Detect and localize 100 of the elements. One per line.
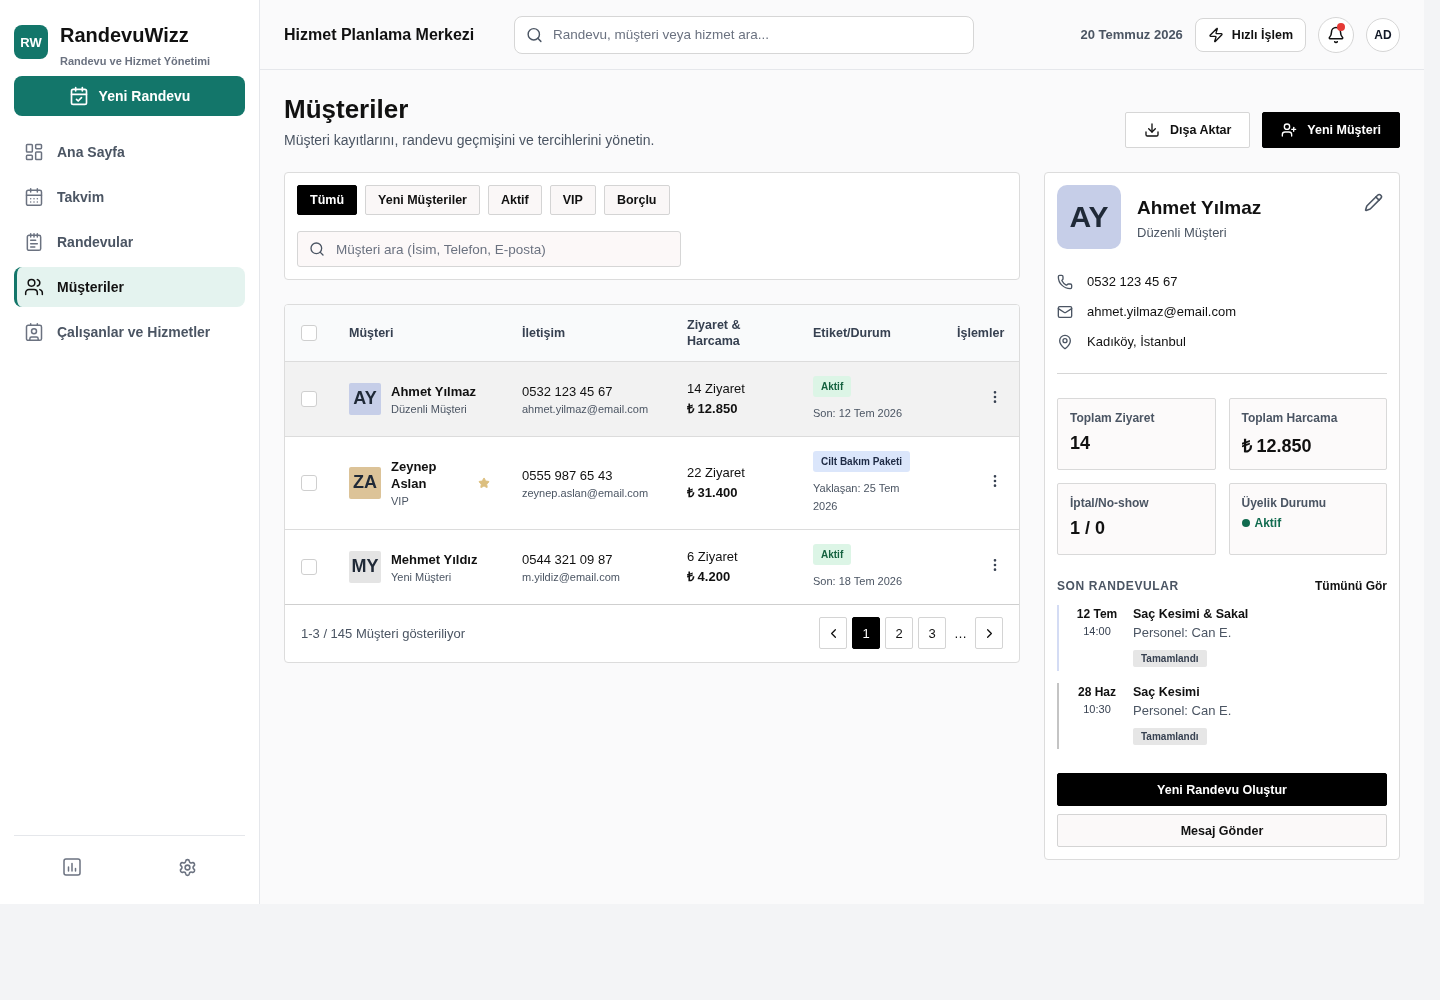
map-pin-icon: [1057, 334, 1073, 350]
appointment-note: Son: 18 Tem 2026: [813, 573, 904, 589]
service-name: Saç Kesimi: [1133, 685, 1201, 699]
see-all-link[interactable]: Tümünü Gör: [1315, 579, 1387, 593]
column-header: İşlemler: [957, 325, 1005, 340]
stat-label: Toplam Ziyaret: [1070, 411, 1156, 425]
stat-label: Üyelik Durumu: [1241, 496, 1328, 510]
nav-item[interactable]: Müşteriler: [14, 267, 245, 307]
visit-count: 14 Ziyaret: [687, 380, 746, 397]
user-plus-icon: [1281, 122, 1298, 138]
export-button[interactable]: Dışa Aktar: [1125, 112, 1251, 148]
status-tag: Cilt Bakım Paketi: [813, 450, 911, 472]
checkbox[interactable]: [301, 324, 317, 341]
settings-icon[interactable]: [177, 858, 197, 877]
contact-address: Kadıköy, İstanbul: [1087, 333, 1186, 351]
download-icon: [1144, 122, 1160, 138]
service-name: Saç Kesimi & Sakal: [1133, 607, 1249, 621]
customer-avatar: MY: [349, 550, 381, 583]
page-button[interactable]: 1: [852, 617, 880, 649]
column-header: Müşteri: [349, 325, 394, 340]
customer-type-label: Yeni Müşteri: [391, 570, 453, 583]
page-title: Müşteriler: [284, 94, 410, 124]
mail-icon: [1057, 304, 1073, 320]
customer-phone: 0555 987 65 43: [522, 466, 614, 484]
stat-label: Toplam Harcama: [1241, 411, 1339, 425]
table-row[interactable]: AY Ahmet Yılmaz Düzenli Müşteri 0532 123 45 67 ahmet.yilmaz@email.com 14 Ziyaret ₺ 12.850 Aktif Son: 12 Tem 2026: [285, 361, 1019, 436]
status-tag: Aktif: [813, 375, 852, 397]
status-tag: Aktif: [813, 543, 852, 565]
chart-icon[interactable]: [62, 858, 81, 876]
appointment-time: 10:30: [1082, 703, 1112, 715]
filter-chip[interactable]: Yeni Müşteriler: [365, 185, 480, 215]
customer-name: Ahmet Yılmaz: [1137, 197, 1263, 219]
app-name: RandevuWizz: [60, 23, 189, 48]
customer-type-label: VIP: [391, 495, 410, 507]
staff-name: Personel: Can E.: [1133, 625, 1233, 640]
filter-chip[interactable]: Borçlu: [603, 185, 670, 215]
checkbox[interactable]: [301, 474, 317, 491]
customer-search-field[interactable]: Müşteri ara (İsim, Telefon, E-posta): [297, 231, 681, 267]
nav-item[interactable]: Ana Sayfa: [14, 132, 245, 172]
appointment-date: 12 Tem: [1075, 607, 1119, 621]
page-button[interactable]: 2: [885, 617, 913, 649]
customer-type-label: Düzenli Müşteri: [1137, 225, 1228, 240]
staff-name: Personel: Can E.: [1133, 703, 1232, 718]
page-subtitle: Müşteri kayıtlarını, randevu geçmişini ve tercihlerini yönetin.: [284, 132, 655, 148]
bell-icon: [1327, 25, 1345, 44]
total-spend: ₺ 4.200: [687, 568, 732, 585]
header-title: Hizmet Planlama Merkezi: [284, 25, 476, 44]
calendar-check-icon: [68, 86, 89, 106]
stat-value: Aktif: [1254, 516, 1282, 530]
results-summary: 1-3 / 145 Müşteri gösteriliyor: [301, 625, 465, 641]
contact-phone: 0532 123 45 67: [1087, 273, 1178, 291]
page-button[interactable]: 3: [918, 617, 946, 649]
new-customer-button[interactable]: Yeni Müşteri: [1262, 112, 1400, 148]
checkbox[interactable]: [301, 390, 317, 407]
user-avatar[interactable]: AD: [1366, 17, 1400, 52]
current-date: 20 Temmuz 2026: [1080, 27, 1183, 42]
quick-action-button[interactable]: Hızlı İşlem: [1194, 17, 1306, 52]
stat-label: İptal/No-show: [1070, 496, 1150, 510]
customer-email: m.yildiz@email.com: [522, 570, 621, 583]
id-card-icon: [24, 322, 44, 342]
visit-count: 22 Ziyaret: [687, 464, 746, 481]
appointment-note: Son: 12 Tem 2026: [813, 405, 904, 421]
phone-icon: [1057, 274, 1073, 290]
new-appointment-button[interactable]: Yeni Randevu Oluştur: [1057, 773, 1387, 806]
filter-chip[interactable]: Aktif: [487, 185, 542, 215]
stat-value: 14: [1070, 433, 1092, 454]
nav-item[interactable]: Çalışanlar ve Hizmetler: [14, 312, 245, 352]
column-header: Etiket/Durum: [813, 325, 891, 340]
filter-chip[interactable]: Tümü: [297, 185, 358, 215]
app-tagline: Randevu ve Hizmet Yönetimi: [60, 54, 211, 68]
total-spend: ₺ 12.850: [687, 400, 739, 417]
table-row[interactable]: ZA Zeynep Aslan VIP 0555 987 65 43 zeynep.aslan@email.com 22 Ziyaret ₺ 31.400 Cilt Bakım Paketi Yaklaşan: 25 Tem 2026: [285, 436, 1019, 529]
search-field[interactable]: Randevu, müşteri veya hizmet ara...: [514, 15, 974, 54]
send-message-button[interactable]: Mesaj Gönder: [1057, 814, 1387, 847]
notification-button[interactable]: [1318, 16, 1354, 53]
column-header: İletişim: [522, 325, 566, 340]
visit-count: 6 Ziyaret: [687, 548, 739, 565]
appointment-date: 28 Haz: [1077, 685, 1117, 699]
page-ellipsis: …: [953, 625, 968, 641]
stat-value: 1 / 0: [1070, 518, 1107, 539]
appointment-note: Yaklaşan: 25 Tem 2026: [813, 480, 901, 514]
pencil-icon[interactable]: [1364, 193, 1383, 212]
new-appointment-button[interactable]: Yeni Randevu: [14, 76, 245, 116]
customer-name: Zeynep Aslan: [391, 458, 438, 492]
customer-phone: 0532 123 45 67: [522, 382, 614, 400]
customer-avatar: AY: [1057, 185, 1121, 249]
checkbox[interactable]: [301, 558, 317, 575]
stat-value: ₺ 12.850: [1241, 435, 1313, 457]
customer-name: Ahmet Yılmaz: [391, 382, 477, 400]
search-icon: [526, 26, 543, 43]
nav-item[interactable]: Randevular: [14, 222, 245, 262]
search-icon: [309, 241, 325, 257]
nav-item[interactable]: Takvim: [14, 177, 245, 217]
customer-name: Mehmet Yıldız: [391, 550, 479, 568]
column-header: Ziyaret & Harcama: [687, 317, 741, 348]
app-logo: RW: [14, 25, 48, 59]
customer-avatar: ZA: [349, 466, 381, 499]
status-tag: Tamamlandı: [1133, 650, 1207, 667]
customer-type-label: Düzenli Müşteri: [391, 402, 468, 415]
filter-chip[interactable]: VIP: [549, 185, 596, 215]
